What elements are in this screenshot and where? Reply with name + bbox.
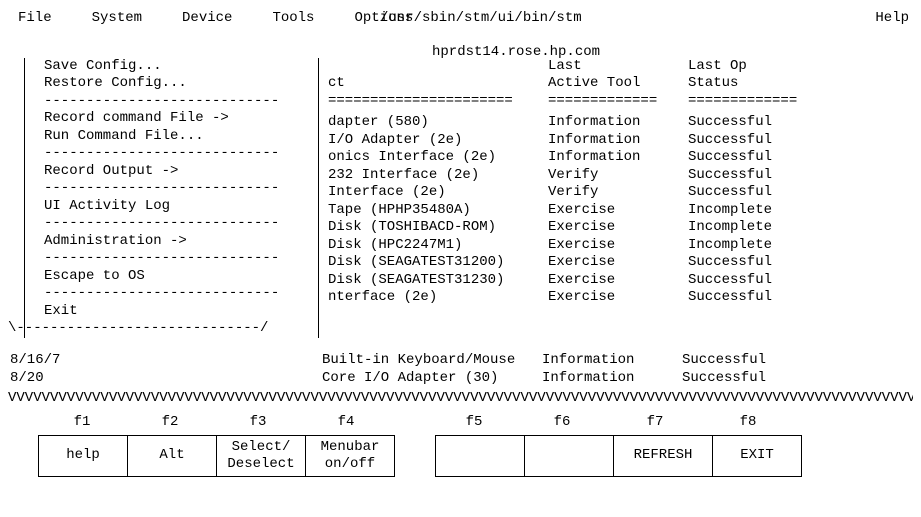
flabel-2: f2 — [126, 414, 214, 432]
mi-run-cmd[interactable]: Run Command File... — [44, 128, 314, 146]
mi-admin[interactable]: Administration -> — [44, 233, 314, 251]
table-row[interactable]: Disk (TOSHIBACD-ROM)ExerciseIncomplete — [328, 219, 848, 237]
menu-system[interactable]: System — [92, 10, 142, 28]
table-row[interactable]: Disk (SEAGATEST31230)ExerciseSuccessful — [328, 272, 848, 290]
table-row[interactable]: Interface (2e)VerifySuccessful — [328, 184, 848, 202]
flabel-6: f6 — [518, 414, 606, 432]
menu-sep: ---------------------------- — [44, 285, 314, 303]
menu-footer: \-----------------------------/ — [8, 320, 314, 338]
f6-blank[interactable] — [525, 435, 614, 477]
flabel-5: f5 — [430, 414, 518, 432]
f3-select[interactable]: Select/Deselect — [217, 435, 306, 477]
table-row[interactable]: onics Interface (2e)InformationSuccessfu… — [328, 149, 848, 167]
mi-exit[interactable]: Exit — [44, 303, 314, 321]
flabel-3: f3 — [214, 414, 302, 432]
table-row[interactable]: 8/16/7Built-in Keyboard/MouseInformation… — [10, 352, 842, 370]
column-headers: Last Last Op ct Active Tool Status =====… — [328, 58, 848, 307]
table-row[interactable]: Disk (SEAGATEST31200)ExerciseSuccessful — [328, 254, 848, 272]
f5-blank[interactable] — [435, 435, 525, 477]
table-row[interactable]: I/O Adapter (2e)InformationSuccessful — [328, 132, 848, 150]
table-row[interactable]: nterface (2e)ExerciseSuccessful — [328, 289, 848, 307]
menu-help[interactable]: Help — [875, 10, 909, 28]
col-status-1: Last Op — [688, 58, 848, 76]
menu-sep: ---------------------------- — [44, 250, 314, 268]
menu-tools[interactable]: Tools — [272, 10, 314, 28]
menu-sep: ---------------------------- — [44, 180, 314, 198]
mi-record-out[interactable]: Record Output -> — [44, 163, 314, 181]
table-row[interactable]: dapter (580)InformationSuccessful — [328, 114, 848, 132]
menu-device[interactable]: Device — [182, 10, 232, 28]
f2-alt[interactable]: Alt — [128, 435, 217, 477]
menu-sep: ---------------------------- — [44, 215, 314, 233]
table-row[interactable]: Disk (HPC2247M1)ExerciseIncomplete — [328, 237, 848, 255]
flabel-7: f7 — [606, 414, 704, 432]
f1-help[interactable]: help — [38, 435, 128, 477]
f4-menubar[interactable]: Menubaron/off — [306, 435, 395, 477]
table-row[interactable]: Tape (HPHP35480A)ExerciseIncomplete — [328, 202, 848, 220]
table-row[interactable]: 232 Interface (2e)VerifySuccessful — [328, 167, 848, 185]
col-tool-1: Last — [548, 58, 688, 76]
mi-ui-log[interactable]: UI Activity Log — [44, 198, 314, 216]
col-rule-c: ============= — [688, 93, 848, 111]
f7-refresh[interactable]: REFRESH — [614, 435, 713, 477]
table-row[interactable]: 8/20Core I/O Adapter (30)InformationSucc… — [10, 370, 842, 388]
flabel-4: f4 — [302, 414, 390, 432]
mi-escape[interactable]: Escape to OS — [44, 268, 314, 286]
menu-sep: ---------------------------- — [44, 145, 314, 163]
flabel-1: f1 — [38, 414, 126, 432]
flabel-8: f8 — [704, 414, 792, 432]
mi-restore[interactable]: Restore Config... — [44, 75, 314, 93]
menu-sep: ---------------------------- — [44, 93, 314, 111]
col-tool-2: Active Tool — [548, 75, 688, 93]
menu-file[interactable]: File — [18, 10, 52, 28]
col-rule-a: ====================== — [328, 93, 548, 111]
extra-rows: 8/16/7Built-in Keyboard/MouseInformation… — [10, 352, 842, 387]
mi-record-cmd[interactable]: Record command File -> — [44, 110, 314, 128]
col-status-2: Status — [688, 75, 848, 93]
title-path: /usr/sbin/stm/ui/bin/stm — [380, 10, 582, 28]
scroll-indicator: VVVVVVVVVVVVVVVVVVVVVVVVVVVVVVVVVVVVVVVV… — [8, 390, 913, 408]
col-ct: ct — [328, 75, 548, 93]
f8-exit[interactable]: EXIT — [713, 435, 802, 477]
mi-save[interactable]: Save Config... — [44, 58, 314, 76]
col-rule-b: ============= — [548, 93, 688, 111]
file-dropdown: Save Config... Restore Config... -------… — [24, 58, 314, 338]
